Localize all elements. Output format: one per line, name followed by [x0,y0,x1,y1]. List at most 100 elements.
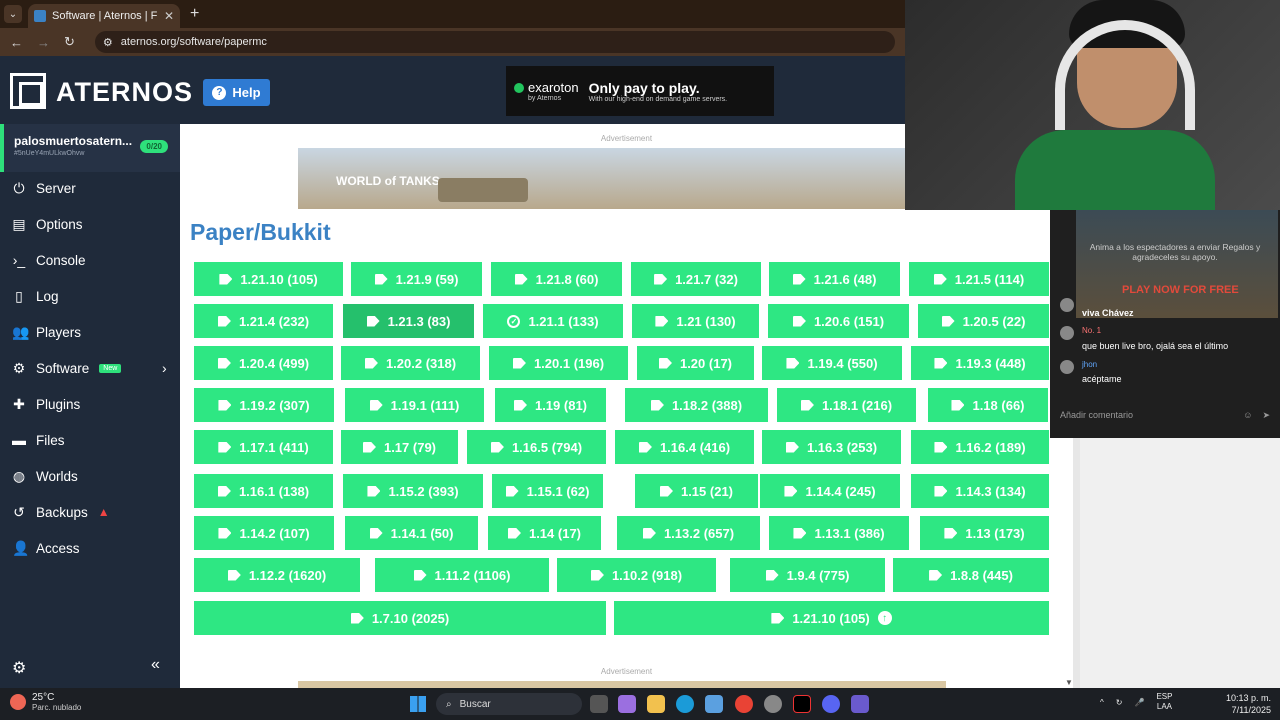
emoji-icon[interactable]: ☺ [1243,410,1252,420]
version-button[interactable]: 1.21 (130) [632,304,759,338]
version-button[interactable]: 1.17 (79) [341,430,458,464]
collapse-sidebar-icon[interactable]: « [151,656,160,674]
play-now-button[interactable]: PLAY NOW FOR FREE [1122,284,1239,296]
gear-icon[interactable]: ⚙ [12,658,26,678]
version-button[interactable]: 1.14.3 (134) [911,474,1049,508]
send-icon[interactable]: ➤ [1262,410,1270,421]
chrome-icon[interactable] [735,695,753,713]
version-button[interactable]: 1.20.5 (22) [918,304,1049,338]
version-button[interactable]: 1.15.1 (62) [492,474,603,508]
version-button[interactable]: 1.14.4 (245) [760,474,900,508]
version-button[interactable]: 1.14 (17) [488,516,601,550]
version-button[interactable]: 1.19.2 (307) [194,388,334,422]
windows-start-icon[interactable] [410,696,426,712]
version-button[interactable]: 1.18.1 (216) [777,388,916,422]
sidebar-item-options[interactable]: ▤ Options [12,213,82,235]
version-button[interactable]: 1.15.2 (393) [343,474,483,508]
sidebar-item-backups[interactable]: ↺ Backups ▲ [12,501,110,523]
task-view-icon[interactable] [590,695,608,713]
bottom-ad-banner[interactable] [298,681,946,688]
version-button[interactable]: 1.21.6 (48) [769,262,900,296]
language-indicator[interactable]: ESP LAA [1156,692,1172,712]
server-selector[interactable]: palosmuertosatern... #5nUeY4mULkwOhvw 0/… [0,124,180,172]
version-button[interactable]: 1.21.8 (60) [491,262,622,296]
chat-ad[interactable]: Anima a los espectadores a enviar Regalo… [1076,210,1278,318]
site-info-icon[interactable]: ⚙ [103,36,113,49]
version-button[interactable]: 1.7.10 (2025) [194,601,606,635]
browser-tab[interactable]: Software | Aternos | Free Minec ✕ [28,4,180,28]
close-tab-icon[interactable]: ✕ [164,9,174,23]
version-button[interactable]: 1.20.2 (318) [341,346,480,380]
version-button[interactable]: 1.19 (81) [495,388,606,422]
version-button[interactable]: 1.21.5 (114) [909,262,1049,296]
version-button[interactable]: 1.8.8 (445) [893,558,1049,592]
version-button[interactable]: 1.10.2 (918) [557,558,716,592]
clock[interactable]: 10:13 p. m. 7/11/2025 [1226,692,1271,716]
sidebar-item-plugins[interactable]: ✚ Plugins [12,393,80,415]
version-button[interactable]: 1.9.4 (775) [730,558,885,592]
version-button[interactable]: 1.16.2 (189) [911,430,1049,464]
version-button[interactable]: 1.14.1 (50) [345,516,478,550]
tab-list-dropdown[interactable]: ⌄ [4,5,22,23]
version-button[interactable]: 1.20.1 (196) [489,346,628,380]
version-button[interactable]: 1.16.5 (794) [467,430,606,464]
version-button[interactable]: 1.16.4 (416) [615,430,754,464]
tiktok-icon[interactable] [793,695,811,713]
discord-icon[interactable] [822,695,840,713]
top-ad-banner[interactable]: WORLD of TANKS [298,148,908,209]
version-button[interactable]: 1.21.9 (59) [351,262,482,296]
version-button[interactable]: 1.17.1 (411) [194,430,333,464]
version-button[interactable]: 1.16.3 (253) [762,430,901,464]
network-icon[interactable]: ↻ [1116,698,1123,707]
version-button[interactable]: 1.21.7 (32) [631,262,761,296]
version-button[interactable]: 1.21.10 (105) [194,262,343,296]
app-icon[interactable] [764,695,782,713]
sidebar-item-players[interactable]: 👥 Players [12,321,81,343]
mic-icon[interactable]: 🎤 [1134,698,1144,707]
scroll-down-icon[interactable]: ▼ [1065,678,1073,687]
header-advertisement[interactable]: exaroton by Aternos Only pay to play. Wi… [506,66,774,116]
url-input[interactable]: ⚙ aternos.org/software/papermc [94,31,895,53]
version-button[interactable]: 1.14.2 (107) [194,516,334,550]
version-button[interactable]: 1.19.4 (550) [762,346,902,380]
sidebar-item-console[interactable]: ›_ Console [12,249,86,271]
copilot-icon[interactable] [618,695,636,713]
version-button[interactable]: 1.15 (21) [635,474,758,508]
aternos-logo-icon[interactable] [10,73,46,109]
logo-text[interactable]: ATERNOS [56,77,193,108]
version-button[interactable]: 1.13 (173) [920,516,1049,550]
version-button[interactable]: ✓ 1.21.1 (133) [483,304,623,338]
version-button[interactable]: 1.21.4 (232) [194,304,333,338]
version-button[interactable]: 1.13.1 (386) [769,516,909,550]
weather-widget[interactable]: 25°C Parc. nublado [10,692,81,712]
sidebar-item-server[interactable]: ⏻ Server [12,177,75,199]
version-button[interactable]: 1.19.3 (448) [911,346,1049,380]
help-button[interactable]: ? Help [203,79,270,106]
back-icon[interactable]: ← [10,35,23,50]
version-button[interactable]: 1.18 (66) [928,388,1048,422]
chat-input[interactable]: Añadir comentario ☺ ➤ [1060,406,1270,424]
version-button[interactable]: 1.11.2 (1106) [375,558,549,592]
sidebar-item-log[interactable]: ▯ Log [12,285,58,307]
sidebar-item-files[interactable]: ▬ Files [12,429,65,451]
version-button[interactable]: 1.21.3 (83) [343,304,474,338]
version-button[interactable]: 1.12.2 (1620) [194,558,360,592]
store-icon[interactable] [705,695,723,713]
file-explorer-icon[interactable] [647,695,665,713]
version-button[interactable]: 1.20.4 (499) [194,346,333,380]
new-tab-button[interactable]: + [190,5,199,23]
sidebar-item-software[interactable]: ⚙ Software New [12,357,122,379]
taskbar-search[interactable]: ⌕ Buscar [436,693,582,715]
version-button[interactable]: 1.20.6 (151) [768,304,909,338]
version-button[interactable]: 1.20 (17) [637,346,754,380]
version-button[interactable]: 1.19.1 (111) [345,388,484,422]
sidebar-item-worlds[interactable]: ◍ Worlds [12,465,78,487]
app-icon[interactable] [851,695,869,713]
chevron-right-icon[interactable]: › [162,360,167,376]
forward-icon[interactable]: → [37,35,50,50]
sidebar-item-access[interactable]: 👤 Access [12,537,80,559]
edge-icon[interactable] [676,695,694,713]
version-button[interactable]: 1.16.1 (138) [194,474,333,508]
version-button[interactable]: 1.21.10 (105) ↑ [614,601,1049,635]
version-button[interactable]: 1.13.2 (657) [617,516,760,550]
